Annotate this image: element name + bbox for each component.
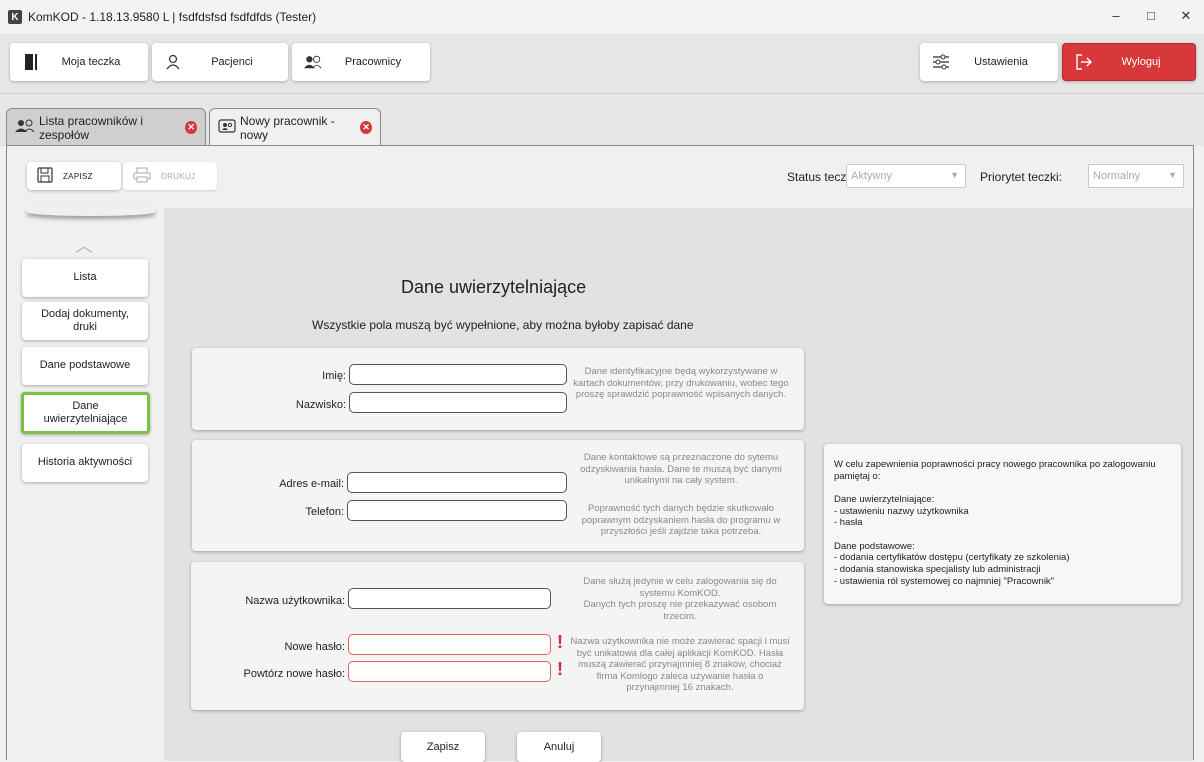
my-folder-button[interactable]: Moja teczka	[10, 43, 148, 81]
id-card-icon	[218, 119, 236, 136]
app-logo-icon: K	[8, 10, 22, 24]
tab-bar: Lista pracowników i zespołów ✕ Nowy prac…	[0, 94, 1204, 146]
phone-label: Telefon:	[305, 506, 344, 518]
new-password-label: Nowe hasło:	[284, 641, 345, 653]
close-tab-icon[interactable]: ✕	[360, 121, 372, 134]
save-button[interactable]: Zapisz	[401, 732, 485, 762]
sidebar-item-basic-data[interactable]: Dane podstawowe	[22, 347, 148, 385]
content-panel: ZAPISZ DRUKUJ Status teczki Aktywny ▼ Pr…	[6, 145, 1194, 762]
folder-icon	[22, 53, 40, 71]
sidebar-item-add-documents[interactable]: Dodaj dokumenty, druki	[22, 302, 148, 340]
email-label: Adres e-mail:	[279, 478, 344, 490]
logout-label: Wyloguj	[1121, 56, 1161, 68]
sidebar-item-activity-history[interactable]: Historia aktywności	[22, 444, 148, 482]
sidebar: ︿ Lista Dodaj dokumenty, druki Dane pods…	[7, 208, 163, 761]
patients-label: Pacjenci	[211, 56, 253, 68]
minimize-button[interactable]: –	[1106, 8, 1126, 23]
sidebar-item-list[interactable]: Lista	[22, 259, 148, 297]
folder-priority-value: Normalny	[1093, 170, 1141, 182]
sidebar-item-credentials[interactable]: Dane uwierzytelniające	[21, 392, 150, 434]
reminder-intro: W celu zapewnienia poprawności pracy now…	[834, 459, 1156, 482]
window-title: KomKOD - 1.18.13.9580 L | fsdfdsfsd fsdf…	[28, 10, 317, 24]
tab-staff-list-label: Lista pracowników i zespołów	[39, 113, 144, 142]
close-tab-icon[interactable]: ✕	[185, 121, 197, 134]
staff-label: Pracownicy	[344, 56, 402, 68]
folder-status-value: Aktywny	[851, 170, 892, 182]
folder-priority-select[interactable]: Normalny ▼	[1088, 164, 1184, 188]
sliders-icon	[932, 53, 950, 71]
settings-label: Ustawienia	[974, 56, 1028, 68]
folder-status-label: Status teczki	[787, 170, 856, 184]
last-name-label: Nazwisko:	[295, 399, 346, 411]
tab-new-worker-label: Nowy pracownik - nowy	[240, 113, 335, 142]
print-toolbar-button[interactable]: DRUKUJ	[123, 162, 217, 190]
main-form-area: Dane uwierzytelniające Wszystkie pola mu…	[164, 208, 1193, 762]
cancel-button[interactable]: Anuluj	[517, 732, 601, 762]
reminder-basic-section: Dane podstawowe: - dodania certyfikatów …	[834, 540, 1070, 587]
people-icon	[15, 119, 35, 136]
form-subtitle: Wszystkie pola muszą być wypełnione, aby…	[312, 318, 694, 332]
identity-hint: Dane identyfikacyjne będą wykorzystywane…	[573, 366, 789, 401]
form-title: Dane uwierzytelniające	[401, 277, 587, 297]
maximize-button[interactable]: □	[1141, 8, 1161, 23]
folder-priority-label: Priorytet teczki:	[980, 170, 1063, 184]
my-folder-label: Moja teczka	[61, 56, 121, 68]
top-navigation: Moja teczka Pacjenci Pracownicy Ustawien…	[0, 34, 1204, 94]
patients-button[interactable]: Pacjenci	[152, 43, 288, 81]
login-section: Nazwa użytkownika: Nowe hasło: ! Powtórz…	[191, 562, 804, 710]
chevron-up-icon[interactable]: ︿	[75, 232, 93, 258]
chevron-down-icon: ▼	[950, 170, 959, 180]
save-toolbar-label: ZAPISZ	[63, 171, 93, 181]
document-toolbar: ZAPISZ DRUKUJ Status teczki Aktywny ▼ Pr…	[7, 146, 1193, 208]
staff-button[interactable]: Pracownicy	[292, 43, 430, 81]
email-field[interactable]	[347, 472, 567, 493]
first-name-label: Imię:	[322, 370, 346, 382]
window-titlebar: K KomKOD - 1.18.13.9580 L | fsdfdsfsd fs…	[0, 0, 1204, 34]
login-hint-rules: Nazwa użytkownika nie może zawierać spac…	[570, 636, 790, 694]
people-icon	[304, 53, 322, 71]
repeat-password-field[interactable]	[348, 661, 551, 682]
reminder-auth-section: Dane uwierzytelniające: - ustawieniu naz…	[834, 494, 969, 529]
close-window-button[interactable]: ✕	[1176, 8, 1196, 24]
contact-hint-validity: Poprawność tych danych będzie skutkowało…	[581, 503, 781, 538]
contact-section: Adres e-mail: Telefon: Dane kontaktowe s…	[192, 440, 804, 551]
print-toolbar-label: DRUKUJ	[161, 171, 196, 181]
printer-icon	[133, 167, 151, 185]
folder-status-select[interactable]: Aktywny ▼	[846, 164, 966, 188]
settings-button[interactable]: Ustawienia	[920, 43, 1058, 81]
reminder-info-box: W celu zapewnienia poprawności pracy now…	[824, 444, 1181, 604]
floppy-icon	[37, 167, 53, 185]
last-name-field[interactable]	[349, 392, 567, 413]
save-toolbar-button[interactable]: ZAPISZ	[27, 162, 121, 190]
tab-new-worker[interactable]: Nowy pracownik - nowy ✕	[209, 108, 381, 146]
sidebar-divider	[27, 208, 155, 216]
error-icon: !	[557, 632, 563, 652]
username-label: Nazwa użytkownika:	[245, 595, 345, 607]
error-icon: !	[557, 659, 563, 679]
repeat-password-label: Powtórz nowe hasło:	[243, 668, 346, 680]
logout-button[interactable]: Wyloguj	[1062, 43, 1196, 81]
new-password-field[interactable]	[348, 634, 551, 655]
tab-staff-list[interactable]: Lista pracowników i zespołów ✕	[6, 108, 206, 146]
contact-hint-recovery: Dane kontaktowe są przeznaczone do sytem…	[580, 452, 782, 487]
username-field[interactable]	[348, 588, 551, 609]
first-name-field[interactable]	[349, 364, 567, 385]
phone-field[interactable]	[347, 500, 567, 521]
logout-icon	[1075, 53, 1093, 71]
identity-section: Imię: Nazwisko: Dane identyfikacyjne będ…	[192, 348, 804, 430]
chevron-down-icon: ▼	[1168, 170, 1177, 180]
person-icon	[164, 53, 182, 71]
login-hint-security: Dane służą jedynie w celu zalogowania si…	[583, 576, 777, 622]
